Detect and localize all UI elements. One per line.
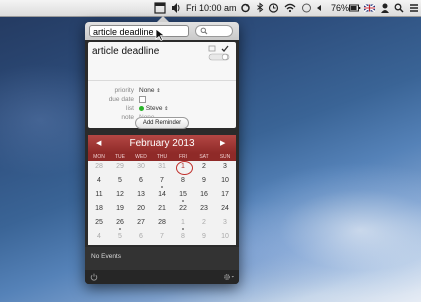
priority-label: priority [114,87,134,94]
calendar-day[interactable]: 9 [194,233,215,240]
footer-toolbar [85,270,239,284]
power-icon[interactable] [90,273,98,281]
calendar-day[interactable]: 5 [110,177,131,184]
calendar-day[interactable]: 1 [173,163,194,170]
list-select[interactable]: Steve ⇕ [139,105,168,112]
event-dot [161,186,163,188]
bluetooth-icon[interactable] [256,0,264,16]
calendar-day[interactable]: 28 [89,163,110,170]
calendar-day[interactable]: 18 [89,205,110,212]
calendar-day[interactable]: 19 [110,205,131,212]
clock-text[interactable]: Fri 10:00 am [186,0,237,16]
calendar-day[interactable]: 7 [152,233,173,240]
calendar-day[interactable]: 30 [131,163,152,170]
calendar-day[interactable]: 15 [173,191,194,198]
priority-select[interactable]: None ⇕ [139,87,161,94]
search-icon [200,27,208,35]
calendar-day[interactable]: 6 [131,177,152,184]
calendar-day[interactable]: 20 [131,205,152,212]
calendar-day[interactable]: 6 [131,233,152,240]
sync-icon[interactable] [240,0,251,16]
calendar-day[interactable]: 2 [194,219,215,226]
calendar-month: February 2013 [129,138,195,149]
battery-icon[interactable] [349,0,361,16]
calendar-day[interactable]: 27 [131,219,152,226]
calendar-day[interactable]: 17 [215,191,236,198]
list-label: list [126,105,134,112]
play-icon[interactable] [316,0,322,16]
calendar-day[interactable]: 10 [215,177,236,184]
weekday-row: MON TUE WED THU FRI SAT SUN [88,153,236,161]
calendar-day[interactable]: 13 [131,191,152,198]
battery-percent[interactable]: 76% [331,0,349,16]
menu-bar: Fri 10:00 am 76% [0,0,421,17]
event-dot [119,228,121,230]
no-events-text: No Events [91,253,121,260]
calendar-day[interactable]: 12 [110,191,131,198]
weekday-sun: SUN [219,154,231,160]
speaker-icon[interactable] [171,0,181,16]
calendar-day[interactable]: 28 [152,219,173,226]
event-dot [182,200,184,202]
calendar-day[interactable]: 8 [173,233,194,240]
gear-icon[interactable] [223,273,235,281]
calendar-day[interactable]: 9 [194,177,215,184]
add-reminder-button[interactable]: Add Reminder [135,117,189,129]
calendar-day[interactable]: 7 [152,177,173,184]
calendar-day[interactable]: 2 [194,163,215,170]
list-color-dot [139,105,144,111]
calendar-header: ◀ February 2013 ▶ [88,135,236,153]
reminders-popover: article deadline article deadline priori… [85,16,239,284]
calendar-day[interactable]: 31 [152,163,173,170]
list-menu-icon[interactable] [409,0,419,16]
calendar-day[interactable]: 16 [194,191,215,198]
calendar-day[interactable]: 24 [215,205,236,212]
reminder-card: article deadline priority None ⇕ due dat… [88,42,236,128]
calendar-day[interactable]: 26 [110,219,131,226]
card-divider [88,80,236,81]
filter-field[interactable] [195,25,233,37]
calendar-grid: 28 29 30 31 1 2 3 4 5 6 7 8 9 10 11 12 13 14 15 16 17 18 19 20 2… [88,161,236,245]
weekday-mon: MON [93,154,105,160]
calendar-day[interactable]: 4 [89,177,110,184]
calendar-day[interactable]: 3 [215,163,236,170]
calendar-day[interactable]: 22 [173,205,194,212]
weekday-sat: SAT [199,154,209,160]
calendar-day[interactable]: 29 [110,163,131,170]
calendar-day[interactable]: 21 [152,205,173,212]
weekday-tue: TUE [115,154,125,160]
calendar-day[interactable]: 8 [173,177,194,184]
time-machine-icon[interactable] [268,0,279,16]
calendar-day[interactable]: 23 [194,205,215,212]
calendar-day[interactable]: 4 [89,233,110,240]
weekday-thu: THU [156,154,168,160]
user-icon[interactable] [380,0,390,16]
reminder-title[interactable]: article deadline [92,46,159,57]
calendar-day[interactable]: 14 [152,191,173,198]
weekday-wed: WED [135,154,147,160]
search-input[interactable]: article deadline [89,25,189,37]
due-date-label: due date [108,96,134,103]
status-circle-icon[interactable] [301,0,312,16]
calendar-day[interactable]: 25 [89,219,110,226]
calendar-day[interactable]: 10 [215,233,236,240]
weekday-fri: FRI [178,154,188,160]
due-date-checkbox[interactable] [139,96,146,105]
wifi-icon[interactable] [284,0,296,16]
flag-uk-icon[interactable] [364,0,375,16]
calendar-day[interactable]: 1 [173,219,194,226]
events-footer: No Events [85,247,239,284]
mouse-cursor-icon [155,28,166,42]
calendar-day[interactable]: 5 [110,233,131,240]
search-bar: article deadline [85,22,239,42]
reminder-status-icons [208,45,230,61]
note-label: note [121,114,134,121]
calendar-day[interactable]: 3 [215,219,236,226]
calendar-app-icon[interactable] [154,0,166,16]
calendar-day[interactable]: 11 [89,191,110,198]
event-dot [182,228,184,230]
spotlight-icon[interactable] [394,0,404,16]
next-month-button[interactable]: ▶ [220,135,225,153]
